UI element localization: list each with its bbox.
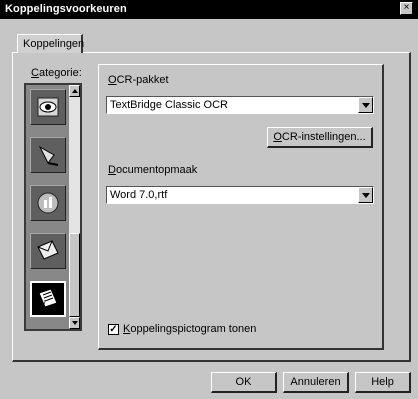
eye-scan-icon bbox=[37, 97, 59, 117]
tab-koppelingen[interactable]: Koppelingen bbox=[17, 34, 85, 53]
chevron-down-icon bbox=[362, 193, 370, 198]
help-button[interactable]: Help bbox=[355, 372, 411, 393]
category-item-document[interactable]: W bbox=[30, 281, 66, 317]
ocr-select[interactable]: TextBridge Classic OCR bbox=[106, 96, 374, 114]
cancel-button[interactable]: Annuleren bbox=[283, 372, 349, 393]
ocr-select-value: TextBridge Classic OCR bbox=[110, 99, 228, 111]
title-bar: Koppelingsvoorkeuren × bbox=[0, 0, 418, 19]
close-button[interactable]: × bbox=[400, 2, 413, 15]
close-icon: × bbox=[403, 2, 410, 13]
tab-label: Koppelingen bbox=[23, 38, 85, 50]
window-title: Koppelingsvoorkeuren bbox=[5, 3, 127, 15]
show-icon-checkbox[interactable]: ✓ bbox=[108, 324, 119, 335]
ocr-dropdown-button[interactable] bbox=[358, 97, 373, 113]
document-select-value: Word 7.0,rtf bbox=[110, 189, 168, 201]
category-label: Categorie: bbox=[31, 67, 82, 79]
chevron-down-icon bbox=[362, 103, 370, 108]
category-item-chart[interactable] bbox=[30, 185, 66, 221]
checkmark-icon: ✓ bbox=[109, 324, 118, 335]
ok-button[interactable]: OK bbox=[211, 372, 277, 393]
category-list[interactable]: W bbox=[24, 83, 82, 331]
scroll-up-button[interactable] bbox=[69, 85, 80, 97]
ocr-label: OCR-pakket bbox=[108, 74, 169, 86]
scroll-down-button[interactable] bbox=[69, 317, 80, 329]
svg-text:W: W bbox=[37, 299, 46, 309]
category-item-eye[interactable] bbox=[30, 89, 66, 125]
document-dropdown-button[interactable] bbox=[358, 187, 373, 203]
chart-disc-icon bbox=[37, 192, 59, 214]
document-select[interactable]: Word 7.0,rtf bbox=[106, 186, 374, 204]
document-label: Documentopmaak bbox=[108, 164, 198, 176]
pen-nib-icon bbox=[38, 145, 59, 166]
document-text-icon: W bbox=[37, 288, 58, 309]
arrow-up-icon bbox=[72, 89, 78, 93]
category-item-mail[interactable] bbox=[30, 233, 66, 269]
scroll-thumb[interactable] bbox=[69, 233, 80, 317]
mail-envelope-icon bbox=[37, 240, 59, 260]
category-scrollbar[interactable] bbox=[69, 85, 80, 329]
category-item-pen[interactable] bbox=[30, 137, 66, 173]
show-icon-label[interactable]: Koppelingspictogram tonen bbox=[123, 323, 256, 335]
ocr-settings-button[interactable]: OCR-instellingen... bbox=[267, 127, 373, 148]
arrow-down-icon bbox=[72, 321, 78, 325]
